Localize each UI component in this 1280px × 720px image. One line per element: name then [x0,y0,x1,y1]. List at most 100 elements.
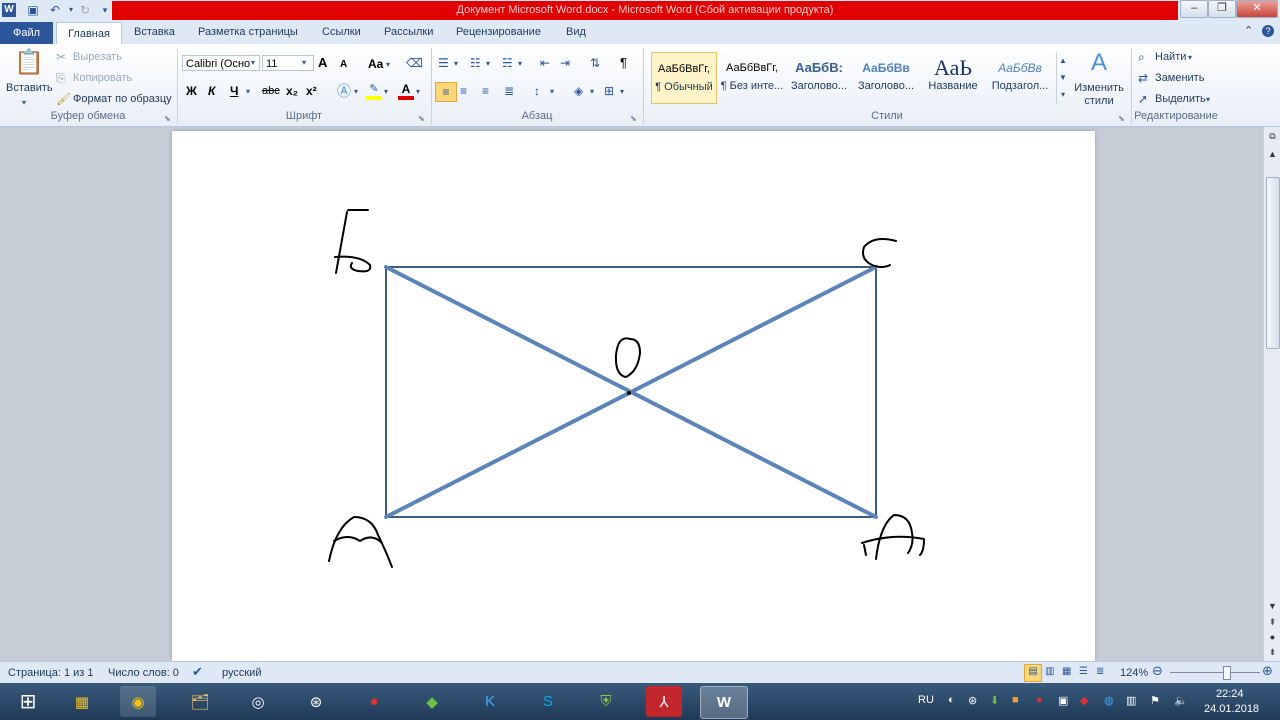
scroll-down-icon[interactable]: ▼ [1265,599,1280,613]
style-title[interactable]: АаЬ Название [920,52,986,104]
font-size-combo[interactable]: 11 [262,55,314,71]
font-name-dropdown-icon[interactable]: ▾ [251,56,255,70]
tab-insert[interactable]: Вставка [134,26,175,38]
paste-icon[interactable]: 📋 [14,48,44,78]
start-button[interactable]: ⊞ [4,686,52,717]
zoom-out-icon[interactable]: ⊖ [1152,664,1163,678]
line-spacing-dropdown-icon[interactable]: ▾ [550,85,554,99]
page-count[interactable]: Страница: 1 из 1 [8,667,94,679]
text-effects-dropdown-icon[interactable]: ▾ [354,85,358,99]
clock-date[interactable]: 24.01.2018 [1204,703,1259,715]
shrink-font-button[interactable]: A [340,58,347,72]
next-page-icon[interactable]: ⇟ [1265,645,1280,659]
package-tray-icon[interactable]: ▣ [1058,694,1068,707]
change-styles-button[interactable]: Изменить стили [1073,82,1125,108]
tab-view[interactable]: Вид [566,26,586,38]
italic-button[interactable]: К [208,84,215,98]
tab-mailings[interactable]: Рассылки [384,26,433,38]
style-subtitle[interactable]: АаБбВв Подзагол... [987,52,1053,104]
clock-time[interactable]: 22:24 [1216,688,1244,700]
flag-tray-icon[interactable]: ⚑ [1150,694,1160,707]
proofing-icon[interactable]: ✔ [192,665,203,679]
zoom-slider-track[interactable] [1170,672,1260,673]
web-layout-icon[interactable]: ▦ [1062,665,1071,679]
undo-dropdown-icon[interactable]: ▾ [64,3,78,17]
zoom-in-icon[interactable]: ⊕ [1262,664,1273,678]
input-language[interactable]: RU [918,694,934,706]
zoom-slider-thumb[interactable] [1222,666,1231,680]
justify-icon[interactable]: ≣ [504,84,514,98]
word-count[interactable]: Число слов: 0 [108,667,179,679]
align-right-icon[interactable]: ≡ [482,84,489,98]
numbering-icon[interactable]: ☷ [470,56,481,70]
bullets-dropdown-icon[interactable]: ▾ [454,57,458,71]
shading-icon[interactable]: ◈ [574,84,583,98]
red-app-icon[interactable]: ● [356,686,392,717]
tab-references[interactable]: Ссылки [322,26,361,38]
replace-icon[interactable]: ⇄ [1138,71,1148,85]
borders-icon[interactable]: ⊞ [604,84,614,98]
redo-icon[interactable]: ↻ [78,3,92,17]
style-heading-1[interactable]: АаБбВ: Заголово... [786,52,852,104]
find-button[interactable]: Найти [1155,51,1186,63]
cut-button[interactable]: Вырезать [73,51,122,63]
full-screen-reading-icon[interactable]: ▥ [1045,665,1054,679]
select-icon[interactable]: ➚ [1138,92,1148,106]
chrome-icon[interactable]: ◉ [120,686,156,717]
scroll-thumb[interactable] [1266,177,1280,349]
style-normal[interactable]: АаБбВвГг, ¶ Обычный [651,52,717,104]
print-layout-icon[interactable]: ▤ [1024,664,1042,682]
style-heading-2[interactable]: АаБбВв Заголово... [853,52,919,104]
select-dropdown-icon[interactable]: ▾ [1206,93,1210,107]
copy-button[interactable]: Копировать [73,72,132,84]
discord-tray-icon[interactable]: ◐ [948,694,955,706]
ruler-toggle-icon[interactable]: ⧉ [1265,129,1280,143]
format-painter-icon[interactable]: 🖌 [56,92,71,106]
tab-home[interactable]: Главная [56,22,122,45]
highlight-icon[interactable]: ✎ [366,82,382,100]
clipboard-launcher-icon[interactable]: ⬊ [164,112,171,126]
styles-scroll-icon[interactable]: ▲ ▼ ▾ [1056,52,1069,104]
word-taskbar-icon[interactable]: W [700,686,748,719]
acrobat-icon[interactable]: ⅄ [646,686,682,717]
format-painter-button[interactable]: Формат по образцу [73,93,172,105]
rubiks-cube-icon[interactable]: ▦ [64,686,100,717]
cut-icon[interactable]: ✂ [56,50,66,64]
align-center-icon[interactable]: ≡ [460,84,467,98]
undo-icon[interactable]: ↶ [48,3,62,17]
sort-icon[interactable]: ⇅ [590,56,600,70]
obs-icon[interactable]: ◎ [240,686,276,717]
network-tray-icon[interactable]: ▥ [1126,694,1136,707]
highlight-dropdown-icon[interactable]: ▾ [384,85,388,99]
paragraph-launcher-icon[interactable]: ⬊ [630,112,637,126]
vertical-scrollbar[interactable]: ⧉ ▲ ▼ ⇞ ● ⇟ [1263,127,1280,661]
multilevel-dropdown-icon[interactable]: ▾ [518,57,522,71]
multilevel-list-icon[interactable]: ☵ [502,56,513,70]
change-case-dropdown-icon[interactable]: ▾ [386,58,390,72]
shading-dropdown-icon[interactable]: ▾ [590,85,594,99]
steam-tray-icon[interactable]: ⊛ [968,694,977,707]
decrease-indent-icon[interactable]: ⇤ [540,56,550,70]
save-icon[interactable]: ▣ [26,3,40,17]
word-app-icon[interactable]: W [2,3,16,17]
borders-dropdown-icon[interactable]: ▾ [620,85,624,99]
change-case-button[interactable]: Aa [368,57,383,71]
style-no-spacing[interactable]: АаБбВвГг, ¶ Без инте... [719,52,785,104]
styles-launcher-icon[interactable]: ⬊ [1118,112,1125,126]
align-left-button[interactable]: ≡ [435,82,457,102]
paste-button[interactable]: Вставить [6,82,53,94]
document-page[interactable] [172,131,1095,661]
change-styles-icon[interactable]: A [1084,48,1114,78]
font-launcher-icon[interactable]: ⬊ [418,112,425,126]
help-icon[interactable]: ? [1262,25,1274,37]
show-marks-button[interactable]: ¶ [620,56,627,70]
underline-button[interactable]: Ч [230,84,238,98]
browse-object-icon[interactable]: ● [1265,630,1280,644]
font-color-dropdown-icon[interactable]: ▾ [416,85,420,99]
download-tray-icon[interactable]: ⬇ [990,694,999,707]
app-tray-icon[interactable]: ■ [1012,694,1019,706]
close-button[interactable]: ✕ [1236,0,1278,18]
text-effects-icon[interactable]: Ⓐ [337,84,351,98]
update-tray-icon[interactable]: ◍ [1104,694,1114,707]
line-spacing-icon[interactable]: ↕ [534,84,540,98]
